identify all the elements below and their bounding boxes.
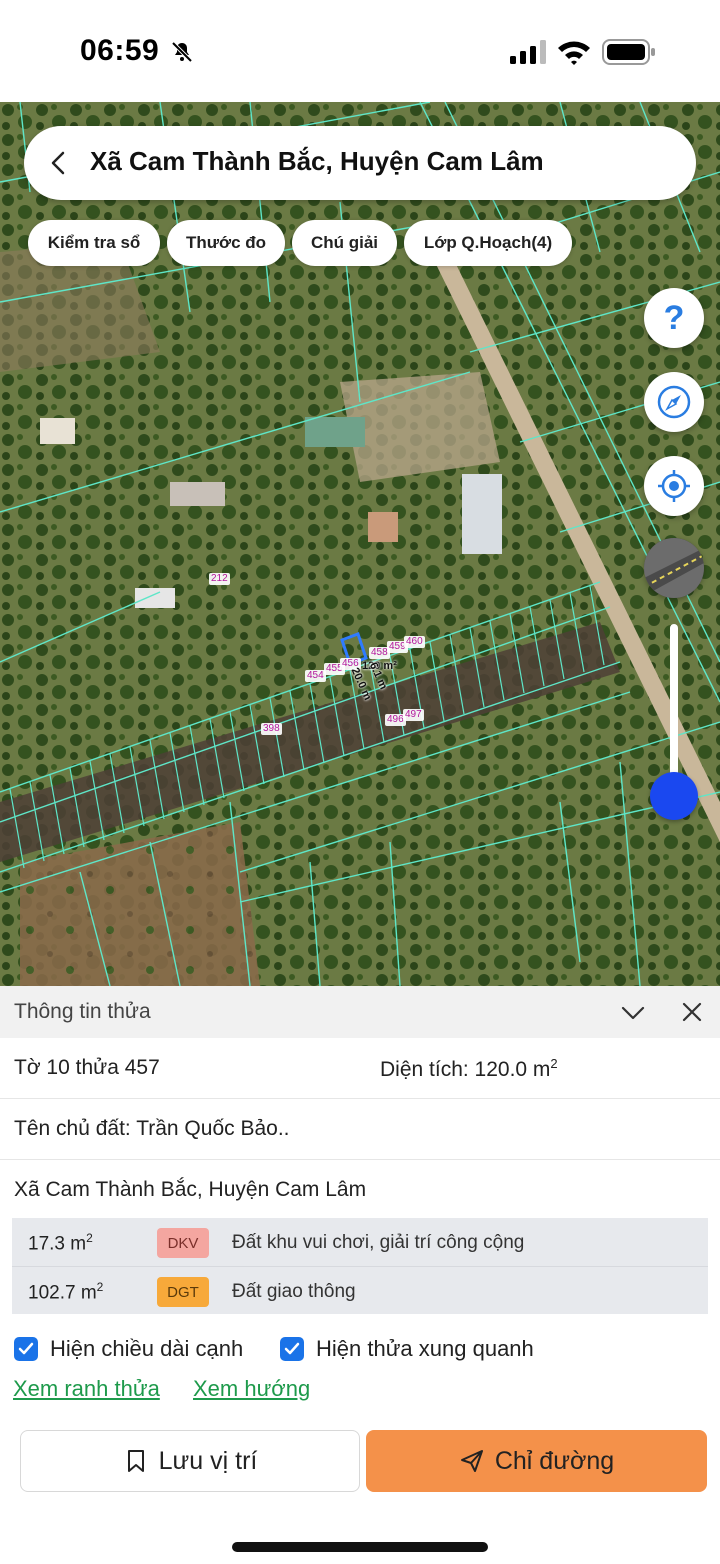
- road-layer-icon: [644, 538, 704, 598]
- show-edge-length-option[interactable]: Hiện chiều dài cạnh: [14, 1336, 243, 1362]
- zoom-slider-track[interactable]: [670, 624, 678, 794]
- land-use-description: Đất khu vui chơi, giải trí công cộng: [232, 1232, 525, 1253]
- panel-title: Thông tin thửa: [14, 1000, 151, 1023]
- land-use-area-value: 17.3 m: [28, 1233, 87, 1255]
- zoom-slider-handle[interactable]: [650, 772, 698, 820]
- land-use-area: 102.7 m2: [28, 1280, 103, 1304]
- question-icon: ?: [664, 300, 685, 336]
- owner-row: Tên chủ đất: Trần Quốc Bảo..: [0, 1099, 720, 1160]
- cellular-signal-icon: [510, 40, 546, 64]
- save-location-label: Lưu vị trí: [158, 1446, 258, 1475]
- land-use-area-value: 102.7 m: [28, 1282, 97, 1304]
- compass-button[interactable]: [644, 372, 704, 432]
- bell-muted-icon: [171, 41, 193, 63]
- search-bar[interactable]: Xã Cam Thành Bắc, Huyện Cam Lâm: [24, 126, 696, 200]
- chevron-down-icon[interactable]: [620, 1000, 646, 1026]
- status-bar: 06:59: [0, 0, 720, 102]
- land-use-code-badge: DKV: [157, 1228, 209, 1258]
- area-unit-exponent: 2: [96, 1280, 104, 1294]
- parcel-label: 460: [404, 636, 425, 648]
- area-unit-exponent: 2: [86, 1231, 93, 1245]
- land-use-code-badge: DGT: [157, 1277, 209, 1307]
- address-row: Xã Cam Thành Bắc, Huyện Cam Lâm: [0, 1160, 720, 1210]
- close-icon[interactable]: [680, 1000, 704, 1024]
- parcel-label: 398: [261, 723, 282, 735]
- land-use-table: 17.3 m2 DKV Đất khu vui chơi, giải trí c…: [12, 1218, 708, 1314]
- location-title: Xã Cam Thành Bắc, Huyện Cam Lâm: [90, 146, 544, 176]
- map-layer-toggle[interactable]: [644, 538, 704, 598]
- home-indicator[interactable]: [232, 1542, 488, 1552]
- chip-legend[interactable]: Chú giải: [292, 220, 397, 266]
- crosshair-location-icon: [658, 470, 690, 502]
- compass-icon: [657, 385, 691, 419]
- chip-planning-layer[interactable]: Lớp Q.Hoạch(4): [404, 220, 572, 266]
- parcel-area: Diện tích: 120.0 m2: [380, 1056, 558, 1082]
- parcel-label: 454: [305, 670, 326, 682]
- battery-icon: [602, 39, 655, 65]
- owner-name: Tên chủ đất: Trần Quốc Bảo..: [14, 1117, 290, 1140]
- land-use-row: 17.3 m2 DKV Đất khu vui chơi, giải trí c…: [12, 1218, 708, 1266]
- wifi-icon: [558, 41, 590, 65]
- view-boundary-link[interactable]: Xem ranh thửa: [13, 1376, 160, 1402]
- chip-check-certificate[interactable]: Kiểm tra sổ: [28, 220, 160, 266]
- bookmark-icon: [127, 1450, 144, 1472]
- show-surrounding-label: Hiện thửa xung quanh: [316, 1336, 534, 1361]
- land-use-area: 17.3 m2: [28, 1231, 93, 1255]
- show-surrounding-checkbox[interactable]: [280, 1337, 304, 1361]
- land-use-row: 102.7 m2 DGT Đất giao thông: [12, 1266, 708, 1314]
- show-edge-length-label: Hiện chiều dài cạnh: [50, 1336, 244, 1361]
- view-direction-link[interactable]: Xem hướng: [193, 1376, 310, 1402]
- area-unit-exponent: 2: [550, 1056, 558, 1071]
- chip-measure[interactable]: Thước đo: [167, 220, 285, 266]
- sheet-parcel-number: Tờ 10 thửa 457: [14, 1056, 160, 1079]
- directions-label: Chỉ đường: [494, 1446, 615, 1475]
- locate-me-button[interactable]: [644, 456, 704, 516]
- send-arrow-icon: [460, 1450, 483, 1472]
- parcel-area-value: Diện tích: 120.0 m: [380, 1058, 551, 1081]
- parcel-id-row: Tờ 10 thửa 457 Diện tích: 120.0 m2: [0, 1038, 720, 1099]
- land-use-description: Đất giao thông: [232, 1281, 356, 1302]
- panel-header: Thông tin thửa: [0, 986, 720, 1038]
- parcel-label: 212: [209, 573, 230, 585]
- parcel-address: Xã Cam Thành Bắc, Huyện Cam Lâm: [14, 1178, 367, 1201]
- directions-button[interactable]: Chỉ đường: [366, 1430, 707, 1492]
- parcel-label: 497: [403, 709, 424, 721]
- clock: 06:59: [80, 34, 160, 67]
- save-location-button[interactable]: Lưu vị trí: [20, 1430, 360, 1492]
- svg-text:?: ?: [664, 300, 685, 336]
- checkmark-icon: [18, 1342, 34, 1355]
- parcel-info-panel: Thông tin thửa Tờ 10 thửa 457 Diện tích:…: [0, 986, 720, 1564]
- show-surrounding-option[interactable]: Hiện thửa xung quanh: [280, 1336, 534, 1362]
- show-edge-length-checkbox[interactable]: [14, 1337, 38, 1361]
- back-arrow-icon[interactable]: [44, 148, 74, 178]
- checkmark-icon: [284, 1342, 300, 1355]
- help-button[interactable]: ?: [644, 288, 704, 348]
